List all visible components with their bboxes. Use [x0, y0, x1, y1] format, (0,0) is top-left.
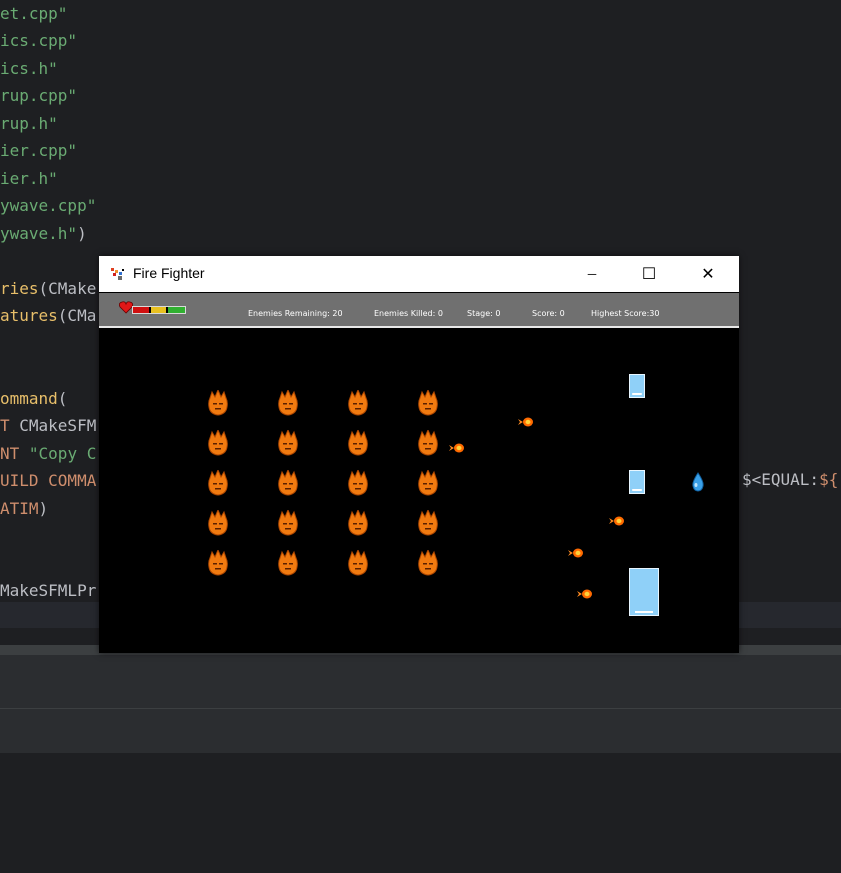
tool-window-panel: [0, 655, 841, 708]
code-line: ywave.cpp": [0, 196, 96, 216]
code-line: MakeSFMLPr: [0, 581, 96, 601]
code-token: ): [77, 224, 87, 243]
code-token: "Copy C: [28, 444, 97, 463]
code-token: (: [57, 389, 68, 408]
fire-enemy: [277, 548, 299, 580]
ice-barrier: [629, 568, 659, 620]
code-token: ywave.h": [0, 224, 78, 243]
fire-enemy: [417, 548, 439, 580]
code-line: ier.h": [0, 169, 58, 189]
ice-barrier: [629, 374, 645, 402]
code-line: NT "Copy C: [0, 444, 96, 464]
game-hud: Enemies Remaining: 20 Enemies Killed: 0 …: [99, 293, 739, 328]
code-token: ics.cpp": [0, 31, 78, 50]
fire-enemy: [347, 508, 369, 540]
code-token: CMakeSFM: [19, 416, 97, 435]
fire-enemy: [207, 388, 229, 420]
health-bar: [132, 306, 186, 314]
code-token: ries: [0, 279, 39, 298]
close-icon: ✕: [701, 266, 715, 283]
fire-enemy: [417, 428, 439, 460]
heart-icon: [119, 301, 133, 314]
fireball: [577, 584, 593, 603]
code-token: rup.cpp": [0, 86, 78, 105]
code-token: et.cpp": [0, 4, 68, 23]
status-panel: [0, 709, 841, 753]
code-token: ommand: [0, 389, 58, 408]
fire-enemy: [277, 388, 299, 420]
minimize-button[interactable]: ─: [569, 256, 615, 292]
fire-fighter-app-icon: [111, 268, 124, 280]
fireball: [568, 543, 584, 562]
code-token: rup.h": [0, 114, 58, 133]
fire-enemy: [347, 428, 369, 460]
code-token: NT: [0, 444, 29, 463]
code-line: ries(CMake: [0, 279, 96, 299]
code-token: ywave.cpp": [0, 196, 97, 215]
code-token: MakeSFMLPr: [0, 581, 97, 600]
fireball: [449, 438, 465, 457]
game-playfield[interactable]: [99, 328, 739, 653]
code-line: ics.h": [0, 59, 58, 79]
code-line: ier.cpp": [0, 141, 77, 161]
code-token: ics.h": [0, 59, 58, 78]
code-token: ${: [819, 470, 839, 489]
fireball: [518, 412, 534, 431]
fire-enemy: [207, 508, 229, 540]
fire-enemy: [207, 468, 229, 500]
fire-enemy: [277, 468, 299, 500]
code-line: et.cpp": [0, 4, 67, 24]
window-titlebar[interactable]: Fire Fighter ─ ☐ ✕: [99, 256, 739, 292]
code-line: T CMakeSFM: [0, 416, 96, 436]
window-title: Fire Fighter: [133, 265, 205, 281]
code-line: atures(CMa: [0, 306, 96, 326]
score-label: Score: 0: [532, 309, 565, 318]
code-line: ommand(: [0, 389, 67, 409]
close-button[interactable]: ✕: [685, 256, 731, 292]
enemies-killed-label: Enemies Killed: 0: [374, 309, 443, 318]
fire-enemy: [347, 388, 369, 420]
code-token: $<EQUAL:: [742, 470, 820, 489]
code-token: (CMa: [57, 306, 97, 325]
code-token: ): [38, 499, 49, 518]
code-line: ATIM): [0, 499, 48, 519]
fire-enemy: [207, 428, 229, 460]
code-token: ATIM: [0, 499, 39, 518]
fireball: [609, 511, 625, 530]
fire-enemy: [277, 428, 299, 460]
code-token: T: [0, 416, 20, 435]
code-line: UILD COMMA: [0, 471, 96, 491]
highest-score-label: Highest Score:30: [591, 309, 660, 318]
code-line: rup.h": [0, 114, 58, 134]
code-line: rup.cpp": [0, 86, 77, 106]
code-token: atures: [0, 306, 58, 325]
fire-enemy: [417, 388, 439, 420]
ice-barrier: [629, 470, 645, 498]
fire-enemy: [417, 468, 439, 500]
fire-enemy: [207, 548, 229, 580]
code-token: ier.cpp": [0, 141, 78, 160]
fire-enemy: [277, 508, 299, 540]
maximize-button[interactable]: ☐: [626, 256, 672, 292]
fire-enemy: [417, 508, 439, 540]
code-token: UILD COMMA: [0, 471, 97, 490]
maximize-icon: ☐: [641, 266, 657, 283]
code-token: (CMake: [38, 279, 97, 298]
fire-enemy: [347, 468, 369, 500]
code-fragment-right: $<EQUAL:${: [742, 470, 838, 490]
minimize-icon: ─: [587, 267, 597, 281]
water-drop-icon: [692, 472, 704, 492]
code-token: ier.h": [0, 169, 58, 188]
stage-label: Stage: 0: [467, 309, 501, 318]
code-line: ics.cpp": [0, 31, 77, 51]
code-line: ywave.h"): [0, 224, 87, 244]
fire-enemy: [347, 548, 369, 580]
enemies-remaining-label: Enemies Remaining: 20: [248, 309, 343, 318]
game-window[interactable]: Fire Fighter ─ ☐ ✕ Enemies Remaining: 20…: [99, 256, 739, 653]
